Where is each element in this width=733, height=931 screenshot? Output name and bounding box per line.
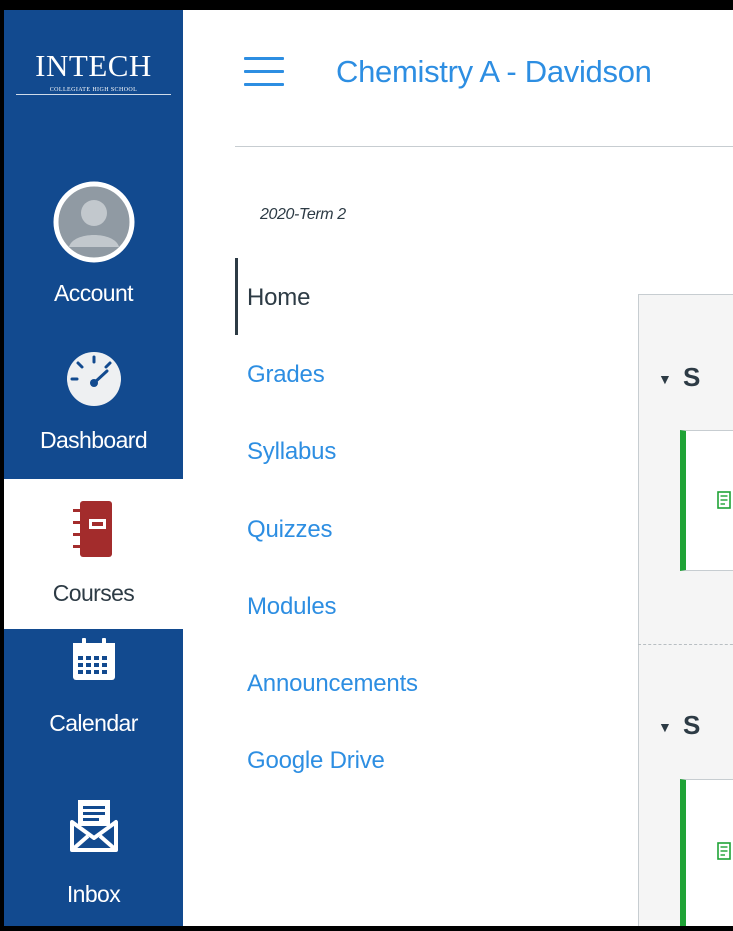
module-item[interactable]: [680, 430, 733, 571]
global-nav-calendar[interactable]: Calendar: [4, 630, 183, 770]
course-nav-google-drive[interactable]: Google Drive: [247, 747, 385, 775]
course-nav-grades[interactable]: Grades: [247, 361, 325, 389]
dashboard-gauge-icon: [66, 352, 121, 406]
global-nav-account[interactable]: Account: [4, 174, 183, 314]
course-nav-home[interactable]: Home: [247, 284, 310, 312]
course-nav-toggle-button[interactable]: [244, 57, 284, 87]
course-nav-active-indicator: [235, 258, 238, 335]
header-divider: [235, 146, 733, 147]
course-term: 2020-Term 2: [260, 206, 346, 223]
module-header-title[interactable]: S: [683, 710, 700, 741]
global-nav-label: Account: [54, 280, 134, 306]
course-title-breadcrumb[interactable]: Chemistry A - Davidson: [336, 54, 652, 90]
school-logo[interactable]: INTECH COLLEGIATE HIGH SCHOOL: [4, 10, 183, 106]
course-nav-announcements[interactable]: Announcements: [247, 670, 418, 698]
account-avatar-icon: [53, 181, 134, 263]
inbox-envelope-icon: [69, 800, 118, 852]
logo-subtext: COLLEGIATE HIGH SCHOOL: [49, 87, 138, 93]
course-nav-syllabus[interactable]: Syllabus: [247, 438, 336, 466]
course-nav-quizzes[interactable]: Quizzes: [247, 516, 332, 544]
global-nav-label: Dashboard: [39, 427, 148, 453]
calendar-icon: [72, 638, 115, 680]
logo-divider: [16, 94, 171, 95]
assignment-icon: [717, 491, 731, 509]
module-header-title[interactable]: S: [683, 362, 700, 393]
module-collapse-toggle[interactable]: ▼: [658, 371, 672, 387]
global-nav: INTECH COLLEGIATE HIGH SCHOOL Account Da…: [4, 10, 183, 926]
logo-text: INTECH: [35, 48, 152, 83]
module-collapse-toggle[interactable]: ▼: [658, 719, 672, 735]
global-nav-label: Inbox: [66, 881, 121, 907]
global-nav-label: Calendar: [49, 710, 138, 736]
course-nav-modules[interactable]: Modules: [247, 593, 337, 621]
global-nav-label: Courses: [52, 580, 135, 606]
assignment-icon: [717, 842, 731, 860]
global-nav-dashboard[interactable]: Dashboard: [4, 340, 183, 480]
courses-book-icon: [72, 501, 112, 557]
module-separator: [638, 644, 733, 645]
module-item[interactable]: [680, 779, 733, 926]
global-nav-courses[interactable]: Courses: [4, 479, 183, 629]
app-window: INTECH COLLEGIATE HIGH SCHOOL Account Da…: [4, 10, 733, 926]
global-nav-inbox[interactable]: Inbox: [4, 790, 183, 926]
